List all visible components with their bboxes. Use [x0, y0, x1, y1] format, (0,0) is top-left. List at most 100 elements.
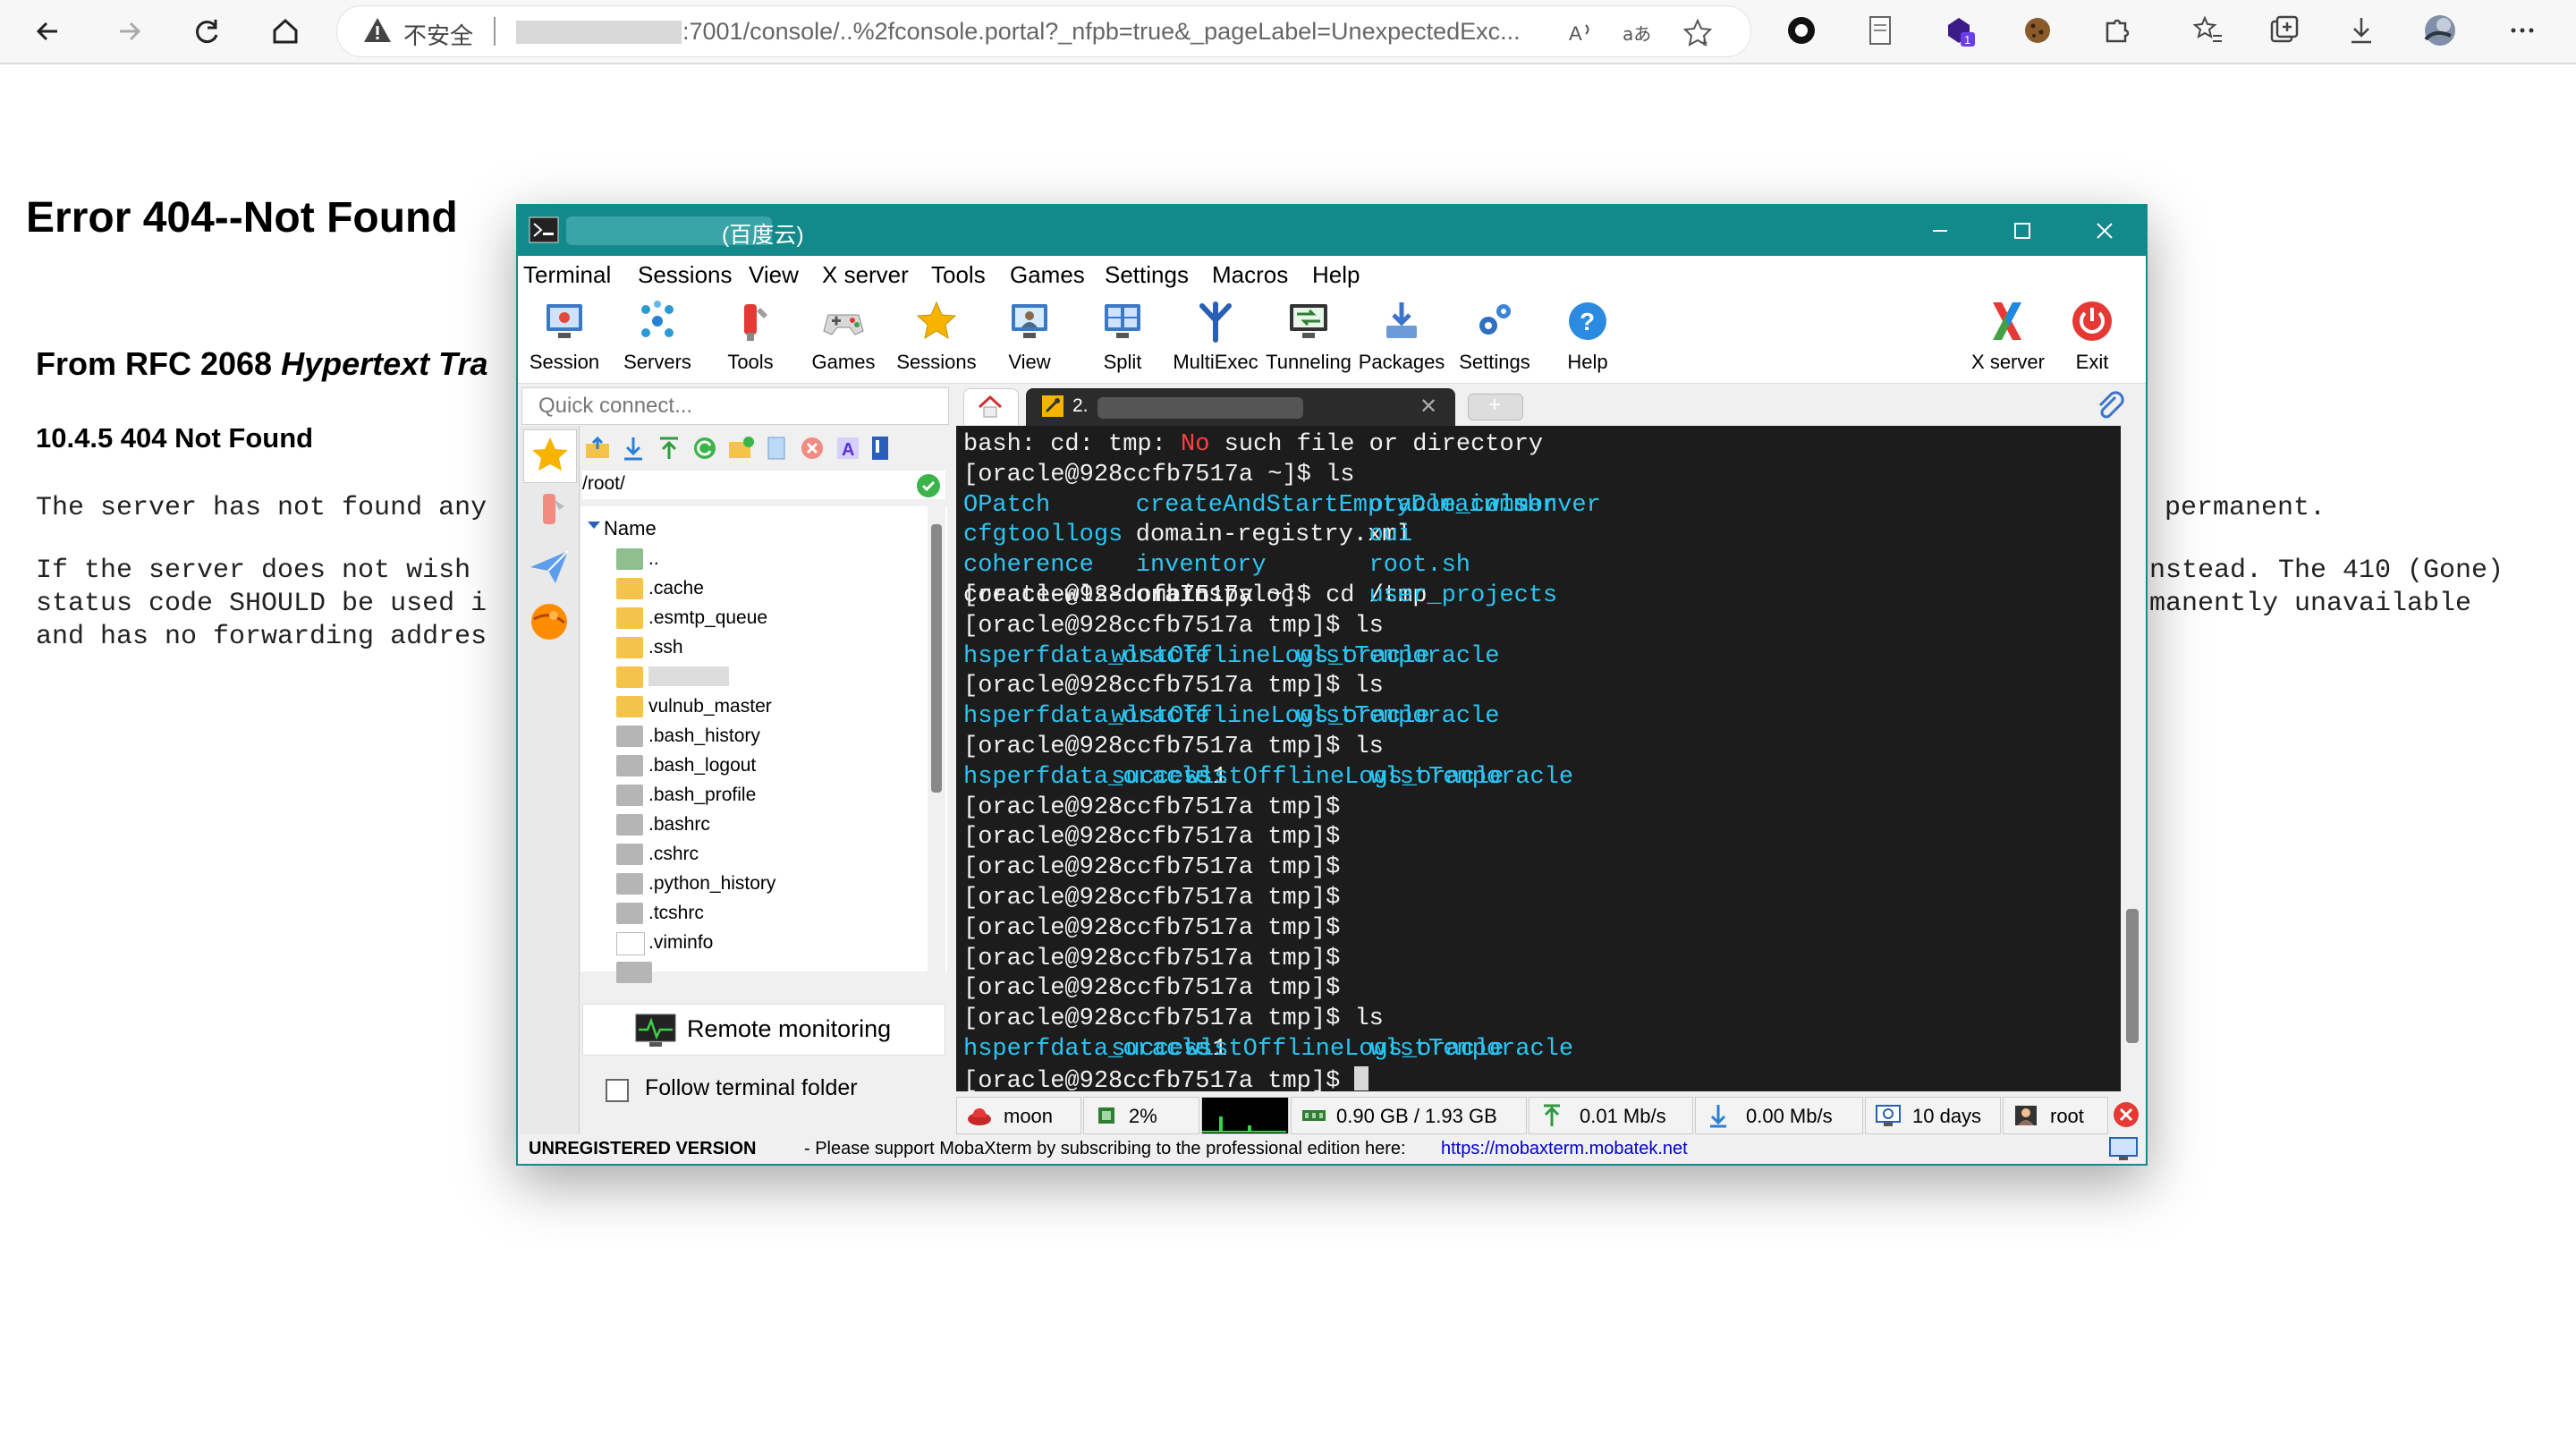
- menu-view[interactable]: View: [749, 261, 799, 289]
- menu-games[interactable]: Games: [1010, 261, 1085, 289]
- toolbar-multiexec[interactable]: MultiExec: [1169, 293, 1262, 383]
- file-icon: [616, 814, 643, 836]
- sidebar-tab-tools[interactable]: [523, 485, 575, 537]
- toolbar-split[interactable]: Split: [1076, 293, 1169, 383]
- menu-help[interactable]: Help: [1312, 261, 1360, 289]
- session-tab-bar: 2. ✕ +: [954, 385, 2140, 426]
- toolbar-tunneling[interactable]: Tunneling: [1262, 293, 1355, 383]
- sidebar-tab-sftp[interactable]: [523, 596, 575, 648]
- status-upload[interactable]: 0.01 Mb/s: [1529, 1097, 1693, 1134]
- terminal-text: [oracle@928ccfb7517a tmp]$: [963, 824, 1341, 852]
- download-arrow-icon[interactable]: [620, 435, 647, 462]
- maximize-button[interactable]: [1981, 206, 2063, 256]
- body-line-4: and has no forwarding addres: [36, 622, 487, 652]
- status-uptime[interactable]: 10 days: [1865, 1097, 2001, 1134]
- read-aloud-icon[interactable]: A: [1566, 18, 1597, 48]
- extension-record-icon[interactable]: [1784, 13, 1819, 48]
- status-memory[interactable]: 0.90 GB / 1.93 GB: [1291, 1097, 1527, 1134]
- new-folder-icon[interactable]: [727, 435, 754, 462]
- add-favorite-icon[interactable]: +: [1682, 18, 1713, 48]
- toolbar-packages[interactable]: Packages: [1355, 293, 1448, 383]
- rename-icon[interactable]: A: [835, 435, 861, 462]
- follow-terminal-checkbox[interactable]: [606, 1079, 629, 1102]
- toolbar-sessions[interactable]: Sessions: [890, 293, 983, 383]
- arrow-left-icon: [36, 21, 57, 41]
- menu-terminal[interactable]: Terminal: [523, 261, 611, 289]
- status-cpu[interactable]: 2%: [1083, 1097, 1199, 1134]
- current-path[interactable]: /root/: [582, 471, 945, 499]
- collections-icon[interactable]: [2267, 13, 2302, 48]
- sidebar-tab-sessions[interactable]: [523, 429, 577, 483]
- remote-monitoring-label: Remote monitoring: [687, 1015, 892, 1042]
- back-button[interactable]: [27, 9, 72, 54]
- new-tab-button[interactable]: +: [1468, 393, 1523, 420]
- window-titlebar[interactable]: (百度云): [518, 206, 2146, 256]
- tab-home[interactable]: [963, 388, 1019, 425]
- refresh-button[interactable]: [184, 9, 229, 54]
- maximize-icon: [2014, 223, 2030, 239]
- toolbar-games[interactable]: Games: [797, 293, 890, 383]
- menu-sessions[interactable]: Sessions: [638, 261, 733, 289]
- extensions-puzzle-icon[interactable]: [2098, 13, 2134, 48]
- sidebar-tab-macros[interactable]: [523, 540, 575, 592]
- refresh-icon[interactable]: [691, 435, 718, 462]
- menu-tools[interactable]: Tools: [931, 261, 986, 289]
- more-menu-icon[interactable]: [2504, 13, 2540, 48]
- terminal-scroll-thumb[interactable]: [2126, 909, 2139, 1043]
- translate-icon[interactable]: aあ: [1622, 18, 1652, 48]
- toolbar-exit[interactable]: Exit: [2046, 293, 2139, 383]
- tools-icon: [543, 494, 564, 524]
- toolbar-view[interactable]: View: [983, 293, 1076, 383]
- tree-scroll-thumb[interactable]: [931, 524, 942, 793]
- terminal-text: such file or directory: [1209, 431, 1544, 458]
- upload-arrow-icon[interactable]: [656, 435, 682, 462]
- menu-x-server[interactable]: X server: [822, 261, 909, 289]
- menu-macros[interactable]: Macros: [1212, 261, 1288, 289]
- status-user[interactable]: root: [2003, 1097, 2108, 1134]
- status-user-text: root: [2050, 1105, 2084, 1127]
- terminal-line: [oracle@928ccfb7517a tmp]$ ls: [963, 613, 1384, 641]
- profile-avatar-icon[interactable]: [2422, 13, 2458, 48]
- close-button[interactable]: [2063, 206, 2146, 256]
- mobatek-link[interactable]: https://mobaxterm.mobatek.net: [1441, 1139, 1688, 1159]
- terminal-line: [oracle@928ccfb7517a tmp]$: [963, 824, 1340, 852]
- download-icon[interactable]: [2343, 13, 2379, 48]
- remote-monitoring-button[interactable]: Remote monitoring: [582, 1004, 945, 1056]
- extension-cube-icon[interactable]: 1: [1941, 13, 1977, 48]
- tab-session-2[interactable]: 2. ✕: [1026, 388, 1455, 426]
- monitor-icon[interactable]: [2108, 1136, 2139, 1161]
- menu-settings[interactable]: Settings: [1105, 261, 1189, 289]
- cookie-icon[interactable]: [2020, 13, 2055, 48]
- document-icon[interactable]: [1862, 13, 1898, 48]
- tab-close-icon[interactable]: ✕: [1419, 394, 1437, 420]
- quick-connect-field[interactable]: Quick connect...: [521, 387, 949, 425]
- new-file-icon[interactable]: [763, 435, 790, 462]
- toolbar-session[interactable]: Session: [518, 293, 611, 383]
- toolbar-servers[interactable]: Servers: [611, 293, 704, 383]
- delete-icon[interactable]: [799, 435, 826, 462]
- status-host[interactable]: moon: [956, 1097, 1081, 1134]
- terminal-scrollbar[interactable]: [2121, 426, 2142, 1091]
- parent-folder-icon[interactable]: [584, 435, 611, 462]
- terminal-output[interactable]: bash: cd: tmp: No such file or directory…: [956, 426, 2121, 1091]
- home-button[interactable]: [263, 9, 308, 54]
- terminal-follow-icon[interactable]: [867, 435, 894, 462]
- tree-scrollbar[interactable]: [928, 506, 945, 972]
- toolbar-tools[interactable]: Tools: [704, 293, 797, 383]
- chevron-down-icon[interactable]: [586, 519, 602, 531]
- terminal-dir-entry: wlstTemporacle: [1296, 642, 1500, 670]
- warning-icon: [364, 18, 391, 42]
- redacted-host: [516, 21, 682, 44]
- status-download[interactable]: 0.00 Mb/s: [1695, 1097, 1863, 1134]
- address-bar[interactable]: 不安全 :7001/console/..%2fconsole.portal?_n…: [336, 5, 1751, 57]
- favorites-icon[interactable]: [2190, 13, 2225, 48]
- minimize-button[interactable]: [1899, 206, 1981, 256]
- power-icon: [2072, 301, 2112, 341]
- toolbar-help[interactable]: ? Help: [1541, 293, 1634, 383]
- paperclip-icon[interactable]: [2094, 390, 2126, 422]
- url-text[interactable]: :7001/console/..%2fconsole.portal?_nfpb=…: [682, 18, 1577, 46]
- toolbar-settings[interactable]: Settings: [1448, 293, 1541, 383]
- forward-button[interactable]: [106, 9, 150, 54]
- disconnect-icon[interactable]: [2112, 1100, 2140, 1129]
- column-header-name[interactable]: Name: [604, 517, 657, 540]
